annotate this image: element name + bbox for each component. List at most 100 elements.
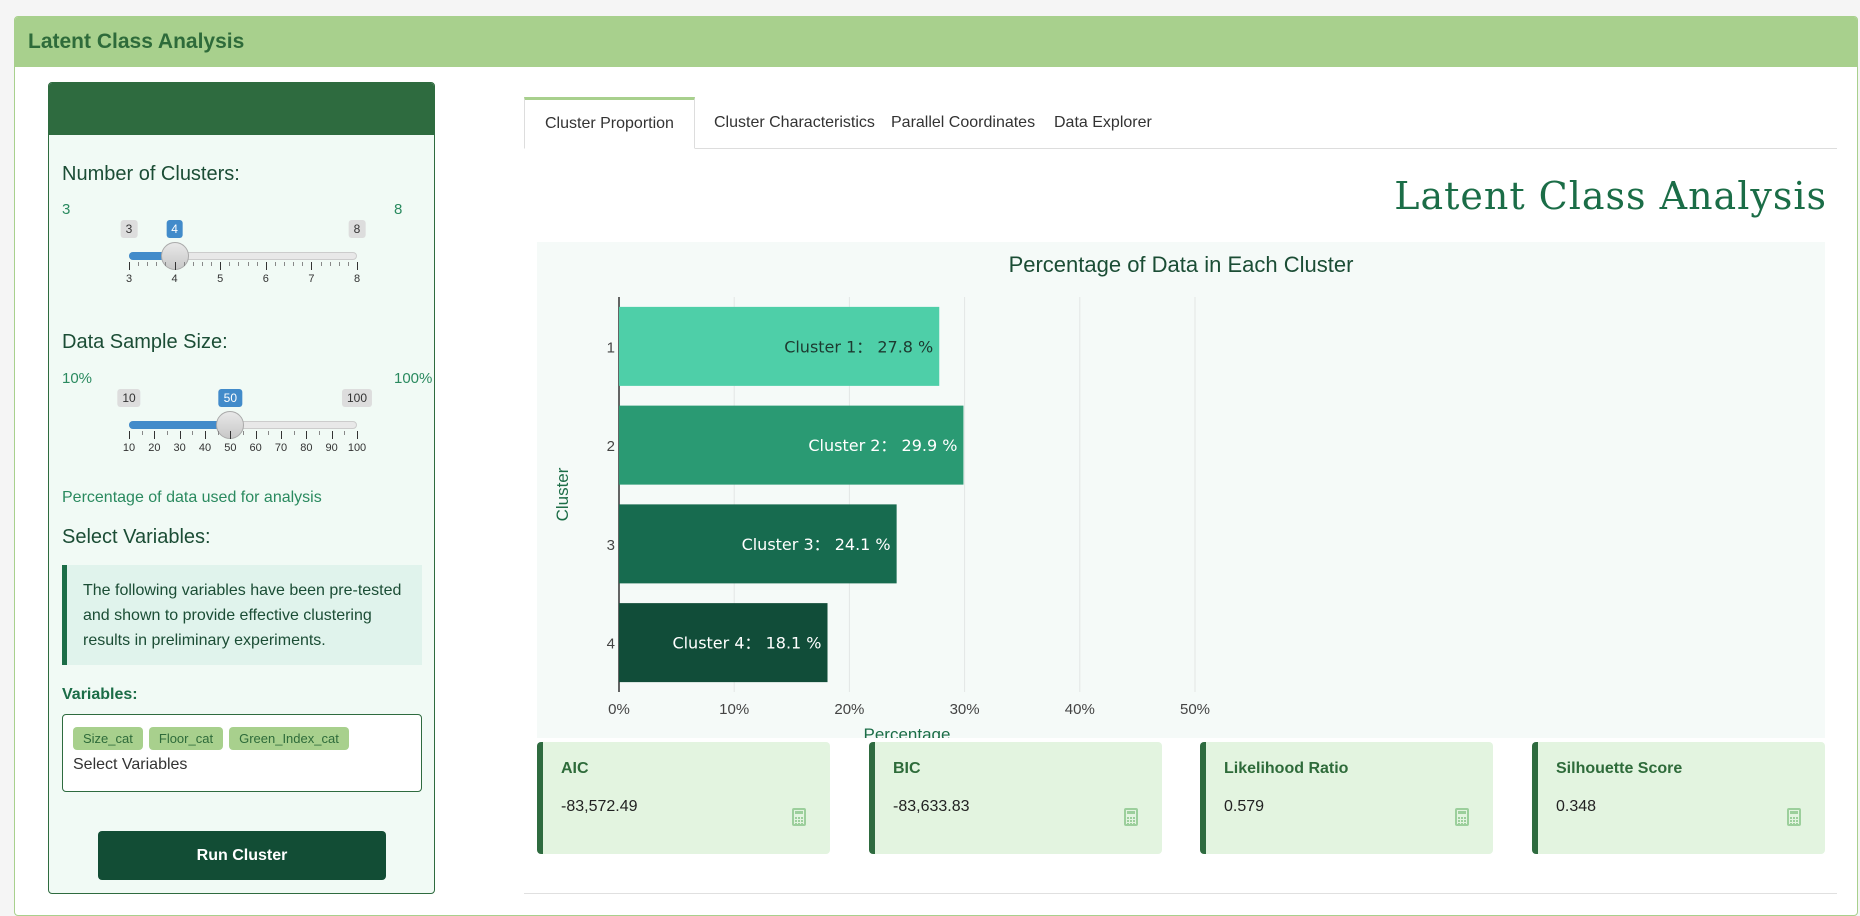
x-axis-title: Percentage [864, 725, 951, 738]
x-tick-label: 0% [608, 701, 630, 718]
slider-tick-label: 40 [198, 442, 212, 454]
clusters-max-label: 8 [394, 201, 403, 218]
metric-card-silhouette-score: Silhouette Score 0.348 [1532, 742, 1825, 854]
select-variables-heading: Select Variables: [62, 526, 211, 548]
slider-tick-label: 4 [171, 273, 178, 285]
y-axis-title: Cluster [553, 467, 572, 521]
bar-label: Cluster 4： 18.1 % [672, 634, 821, 653]
metric-value: -83,633.83 [893, 798, 970, 815]
run-cluster-button[interactable]: Run Cluster [98, 831, 386, 880]
x-tick-label: 20% [834, 701, 864, 718]
calculator-icon [1124, 808, 1138, 826]
tab-bar: Cluster Proportion Cluster Characteristi… [524, 97, 1837, 149]
chart-svg: 0% 10% 20% 30% 40% 50% Cluster 1： 27.8 % 1 Clust… [553, 297, 1210, 738]
metric-value: 0.348 [1556, 798, 1597, 815]
slider-minor-tick [274, 262, 276, 266]
slider-tick [230, 431, 232, 439]
x-tick-label: 40% [1065, 701, 1095, 718]
slider-tick-label: 20 [148, 442, 161, 454]
bar-label: Cluster 2： 29.9 % [808, 436, 957, 455]
slider-minor-tick [201, 262, 203, 266]
slider-minor-tick [256, 262, 258, 266]
slider-tick [265, 262, 267, 270]
slider-tick-label: 80 [300, 442, 313, 454]
tab-cluster-characteristics[interactable]: Cluster Characteristics [694, 97, 895, 149]
metric-card-bic: BIC -83,633.83 [869, 742, 1162, 854]
variable-chip[interactable]: Floor_cat [148, 727, 224, 750]
slider-minor-tick [141, 431, 143, 435]
slider-ticks: 10 20 30 40 50 60 70 80 90 100 [123, 431, 366, 461]
slider-minor-tick [147, 262, 149, 266]
y-tick-label: 3 [607, 537, 615, 554]
slider-tick-label: 3 [125, 273, 133, 285]
sample-help-text: Percentage of data used for analysis [62, 489, 322, 506]
panel-header: Latent Class Analysis [15, 17, 1857, 67]
main-content: Cluster Proportion Cluster Characteristi… [524, 82, 1837, 894]
slider-tick [255, 431, 257, 439]
slider-tick [331, 431, 333, 439]
sample-max-label: 100% [394, 370, 433, 387]
slider-minor-tick [319, 431, 320, 435]
slider-min-bubble: 3 [120, 220, 138, 238]
slider-tick-label: 100 [347, 442, 367, 454]
slider-tick-label: 30 [173, 442, 186, 454]
variables-note: The following variables have been pre-te… [62, 565, 422, 665]
variables-label: Variables: [62, 686, 138, 703]
sample-size-slider[interactable]: 10 100 50 10 20 30 40 50 60 70 80 90 100 [117, 389, 373, 469]
tab-parallel-coordinates[interactable]: Parallel Coordinates [871, 97, 1055, 149]
slider-tick [179, 431, 181, 439]
slider-minor-tick [293, 262, 295, 266]
slider-minor-tick [329, 262, 331, 266]
slider-tick [357, 262, 358, 270]
slider-tick [306, 431, 308, 439]
clusters-slider[interactable]: 3 8 4 3 4 5 6 7 8 [120, 220, 366, 300]
slider-minor-tick [229, 262, 231, 266]
metric-value: -83,572.49 [561, 798, 638, 815]
metric-value: 0.579 [1224, 798, 1265, 815]
slider-tick-label: 7 [308, 273, 315, 285]
slider-minor-tick [347, 262, 349, 266]
slider-minor-tick [192, 431, 194, 435]
variable-chip[interactable]: Green_Index_cat [229, 727, 349, 750]
x-tick-label: 10% [719, 701, 749, 718]
slider-minor-tick [238, 262, 240, 266]
y-tick-label: 4 [607, 636, 615, 653]
slider-minor-tick [243, 431, 244, 435]
metric-card-likelihood-ratio: Likelihood Ratio 0.579 [1200, 742, 1493, 854]
slider-minor-tick [217, 431, 219, 435]
y-tick-label: 2 [607, 438, 615, 455]
tab-cluster-proportion[interactable]: Cluster Proportion [524, 97, 695, 149]
metric-title: Likelihood Ratio [1224, 760, 1349, 777]
x-tick-label: 50% [1180, 701, 1210, 718]
clusters-min-label: 3 [62, 201, 71, 218]
slider-minor-tick [302, 262, 304, 266]
slider-ticks: 3 4 5 6 7 8 [125, 262, 360, 292]
slider-tick [129, 262, 130, 270]
slider-minor-tick [192, 262, 194, 266]
slider-tick-label: 10 [122, 442, 136, 454]
metrics-row: AIC -83,572.49 BIC -83,633.83 Likelihood… [537, 742, 1825, 854]
bar-label: Cluster 3： 24.1 % [742, 535, 891, 554]
slider-value-bubble: 50 [218, 389, 243, 407]
app-title: Latent Class Analysis [28, 30, 245, 53]
slider-minor-tick [320, 262, 322, 266]
slider-minor-tick [284, 262, 286, 266]
slider-minor-tick [183, 262, 185, 266]
sidebar: Number of Clusters: 3 8 3 8 4 3 4 5 6 7 8 Data S… [48, 82, 435, 894]
slider-minor-tick [268, 431, 270, 435]
tab-data-explorer[interactable]: Data Explorer [1034, 97, 1172, 149]
cluster-proportion-chart: Percentage of Data in Each Cluster 0% 10%… [537, 242, 1825, 738]
slider-tick [220, 262, 222, 270]
y-tick-label: 1 [607, 339, 615, 356]
variables-select[interactable]: Size_cat Floor_cat Green_Index_cat Select … [62, 714, 422, 792]
variable-chip[interactable]: Size_cat [73, 727, 143, 750]
slider-tick-label: 5 [217, 273, 224, 285]
variables-placeholder[interactable]: Select Variables [73, 756, 411, 774]
main-panel: Latent Class Analysis Number of Clusters… [14, 16, 1858, 916]
page-title: Latent Class Analysis [1394, 174, 1827, 218]
slider-tick [129, 431, 130, 439]
sample-size-label: Data Sample Size: [62, 331, 228, 353]
slider-tick-label: 6 [262, 273, 269, 285]
slider-tick-label: 90 [325, 442, 338, 454]
calculator-icon [1455, 808, 1469, 826]
